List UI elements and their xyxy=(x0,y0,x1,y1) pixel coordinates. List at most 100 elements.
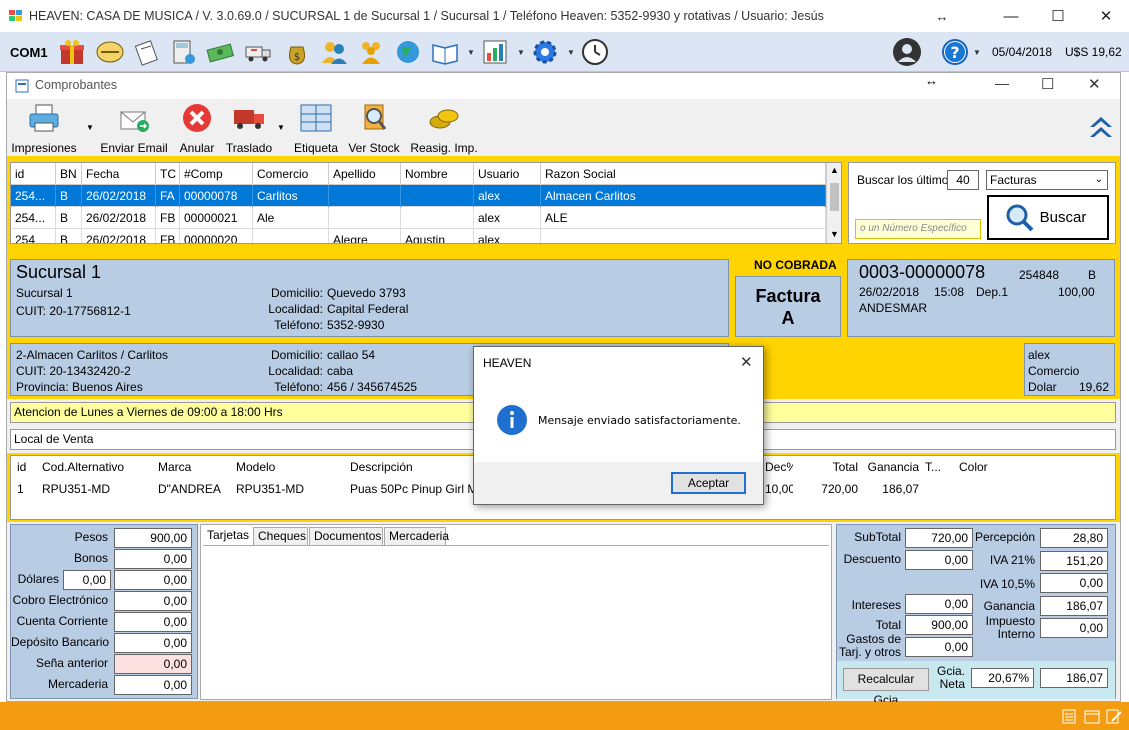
chevron-down-icon[interactable]: ▼ xyxy=(86,123,94,132)
tab-mercaderia[interactable]: Mercaderia xyxy=(384,527,449,546)
grid-header-cell[interactable]: Usuario xyxy=(474,163,541,185)
globe-icon[interactable] xyxy=(393,37,423,67)
items-header-cell[interactable]: Total xyxy=(794,456,858,478)
payment-input[interactable]: 0,00 xyxy=(114,591,192,611)
chevron-down-icon[interactable]: ▼ xyxy=(277,123,285,132)
grid-header-cell[interactable]: id xyxy=(11,163,56,185)
enviar-email-button[interactable]: Enviar Email xyxy=(99,103,169,155)
clock-icon[interactable] xyxy=(580,37,610,67)
grid-header-cell[interactable]: Razon Social xyxy=(541,163,826,185)
table-row[interactable]: 254... B 26/02/2018 FA 00000078 Carlitos alex A… xyxy=(11,185,826,207)
handshake-icon[interactable] xyxy=(95,37,125,67)
payment-input[interactable]: 0,00 xyxy=(114,654,192,674)
inner-minimize-button[interactable]: — xyxy=(995,75,1009,91)
items-header-cell[interactable]: Color xyxy=(955,456,1015,478)
reasig-imp-button[interactable]: Reasig. Imp. xyxy=(407,103,481,155)
grid-header-cell[interactable]: TC xyxy=(156,163,180,185)
item-cell: 10,00 xyxy=(765,482,793,496)
chevron-down-icon[interactable]: ▼ xyxy=(567,48,575,57)
traslado-button[interactable]: Traslado xyxy=(223,103,275,155)
money-icon[interactable] xyxy=(205,37,235,67)
minimize-button[interactable]: — xyxy=(988,0,1034,32)
table-cell xyxy=(253,229,329,243)
search-count-input[interactable]: 40 xyxy=(947,170,979,190)
collapse-up-icon[interactable] xyxy=(1087,113,1115,141)
payment-input[interactable]: 0,00 xyxy=(114,612,192,632)
table-row[interactable]: 254 B 26/02/2018 FB 00000020 Alegre Agustin ale… xyxy=(11,229,826,243)
items-header-cell[interactable]: Marca xyxy=(154,456,230,478)
table-cell: alex xyxy=(474,207,541,229)
payment-input[interactable]: 0,00 xyxy=(114,675,192,695)
tab-tarjetas[interactable]: Tarjetas xyxy=(203,527,251,546)
payment-input[interactable]: 0,00 xyxy=(114,633,192,653)
items-header-cell[interactable]: id xyxy=(13,456,37,478)
table-cell: 254 xyxy=(11,229,56,243)
branch-localidad: Capital Federal xyxy=(327,302,409,316)
maximize-button[interactable]: ☐ xyxy=(1035,0,1081,32)
grid-header-cell[interactable]: BN xyxy=(56,163,82,185)
scroll-down-icon[interactable]: ▼ xyxy=(830,229,839,239)
chart-icon[interactable] xyxy=(480,37,510,67)
grid-header-cell[interactable]: Apellido xyxy=(329,163,401,185)
book-icon[interactable] xyxy=(430,37,460,67)
recalcular-gcia-button[interactable]: Recalcular Gcia xyxy=(843,668,929,707)
help-icon[interactable]: ? xyxy=(940,37,970,67)
grid-header-cell[interactable]: Comercio xyxy=(253,163,329,185)
scroll-thumb[interactable] xyxy=(830,183,839,211)
chevron-down-icon[interactable]: ▼ xyxy=(517,48,525,57)
items-header-cell[interactable]: Modelo xyxy=(232,456,344,478)
anular-button[interactable]: Anular xyxy=(175,103,219,155)
calendar-icon[interactable] xyxy=(1084,709,1100,724)
search-type-select[interactable]: Facturas ⌄ xyxy=(986,170,1108,190)
payment-input[interactable]: 900,00 xyxy=(114,528,192,548)
group-icon[interactable] xyxy=(356,37,386,67)
intereses-value[interactable]: 0,00 xyxy=(905,594,973,614)
search-button[interactable]: Buscar xyxy=(987,195,1109,240)
coins-icon xyxy=(429,109,459,129)
items-header-cell[interactable]: Cod.Alternativo xyxy=(38,456,151,478)
grid-header-cell[interactable]: Fecha xyxy=(82,163,156,185)
edit-doc-icon[interactable] xyxy=(1106,709,1122,724)
dialog-close-button[interactable]: ✕ xyxy=(740,353,753,371)
gear-icon[interactable] xyxy=(530,37,560,67)
tab-cheques[interactable]: Cheques xyxy=(253,527,308,546)
grid-header-cell[interactable]: #Comp xyxy=(180,163,253,185)
subtotal-label: SubTotal xyxy=(854,530,901,544)
users-icon[interactable] xyxy=(319,37,349,67)
user-avatar-icon[interactable] xyxy=(892,37,922,67)
impresiones-button[interactable]: Impresiones xyxy=(10,103,78,155)
payment-input[interactable]: 0,00 xyxy=(114,549,192,569)
items-header-cell[interactable]: Ganancia xyxy=(861,456,919,478)
inner-close-button[interactable]: ✕ xyxy=(1088,75,1101,93)
scroll-up-icon[interactable]: ▲ xyxy=(830,165,839,175)
table-cell: 00000021 xyxy=(180,207,253,229)
table-row[interactable]: 254... B 26/02/2018 FB 00000021 Ale alex ALE xyxy=(11,207,826,229)
chevron-down-icon[interactable]: ▼ xyxy=(467,48,475,57)
descuento-value[interactable]: 0,00 xyxy=(905,550,973,570)
grid-scrollbar[interactable]: ▲ ▼ xyxy=(826,163,841,243)
documents-icon[interactable] xyxy=(131,37,161,67)
calculator-icon[interactable] xyxy=(168,37,198,67)
payment-extra-input[interactable]: 0,00 xyxy=(63,570,111,590)
items-header-cell[interactable]: T... xyxy=(921,456,957,478)
money-bag-icon[interactable]: $ xyxy=(282,37,312,67)
gastos-value[interactable]: 0,00 xyxy=(905,637,973,657)
specific-number-input[interactable]: o un Número Específico xyxy=(855,219,981,239)
impuesto-value[interactable]: 0,00 xyxy=(1040,618,1108,638)
truck-icon[interactable] xyxy=(243,37,273,67)
etiqueta-button[interactable]: Etiqueta xyxy=(291,103,341,155)
items-header-cell[interactable]: Dec% xyxy=(761,456,793,478)
tab-documentos[interactable]: Documentos xyxy=(309,527,383,546)
inner-maximize-button[interactable]: ☐ xyxy=(1041,75,1054,93)
grid-body: 254... B 26/02/2018 FA 00000078 Carlitos alex A… xyxy=(11,185,826,243)
list-icon[interactable] xyxy=(1062,709,1076,724)
chevron-down-icon[interactable]: ▼ xyxy=(973,48,981,57)
percepcion-value[interactable]: 28,80 xyxy=(1040,528,1108,548)
payment-input[interactable]: 0,00 xyxy=(114,570,192,590)
grid-header-cell[interactable]: Nombre xyxy=(401,163,474,185)
gift-icon[interactable] xyxy=(57,37,87,67)
accept-button[interactable]: Aceptar xyxy=(671,472,746,494)
close-button[interactable]: ✕ xyxy=(1083,0,1129,32)
stock-search-icon xyxy=(364,104,387,130)
ver-stock-button[interactable]: Ver Stock xyxy=(345,103,403,155)
